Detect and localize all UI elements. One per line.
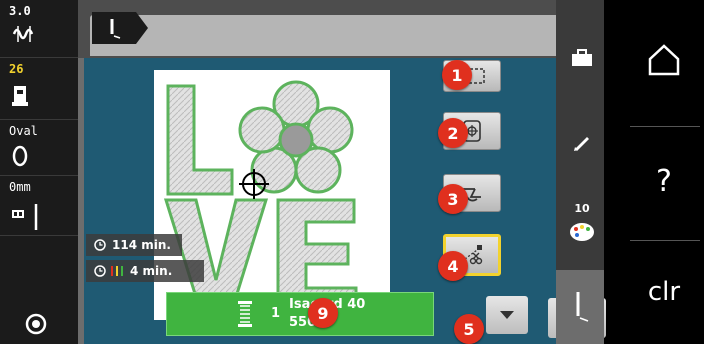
top-bar-panel bbox=[90, 15, 556, 56]
thread-spool-icon bbox=[238, 301, 252, 327]
callout-9: 9 bbox=[308, 298, 338, 328]
thread-color-bar[interactable]: 1 Isacord 40 5500 bbox=[166, 292, 434, 336]
stitch-width-cell[interactable]: 3.0 bbox=[0, 0, 78, 58]
color-count: 10 bbox=[574, 202, 590, 215]
tab-stitch-sewing[interactable] bbox=[556, 270, 604, 344]
callout-1: 1 bbox=[442, 60, 472, 90]
needle-cell[interactable]: 0mm bbox=[0, 176, 78, 236]
stitch-length-cell[interactable]: 26 bbox=[0, 58, 78, 120]
top-bar bbox=[78, 0, 556, 58]
vertical-tabs: 10 bbox=[556, 0, 604, 344]
status-column: 3.0 26 Oval 0mm bbox=[0, 0, 78, 344]
main-screen: 114 min. 4 min. 1 2 3 4 1 40 5500 9 5 bbox=[78, 0, 606, 344]
needle-position: 0mm bbox=[9, 180, 31, 194]
hoop-cell[interactable]: Oval bbox=[0, 120, 78, 176]
callout-2: 2 bbox=[438, 118, 468, 148]
clear-button[interactable]: clr bbox=[624, 240, 704, 344]
color-time-value: 4 min. bbox=[130, 264, 173, 278]
stitch-width-value: 3.0 bbox=[9, 4, 31, 18]
thread-index: 1 bbox=[271, 306, 281, 321]
needle-tab-icon bbox=[576, 292, 589, 322]
home-button[interactable] bbox=[624, 0, 704, 120]
bobbin-cell[interactable] bbox=[0, 300, 78, 344]
needle-icon bbox=[12, 204, 38, 230]
tab-edit-design[interactable] bbox=[560, 28, 604, 88]
total-time-value: 114 min. bbox=[112, 238, 171, 252]
callout-4: 4 bbox=[438, 251, 468, 281]
oval-hoop-icon bbox=[12, 145, 28, 167]
callout-5: 5 bbox=[454, 314, 484, 344]
empty-cell bbox=[0, 236, 78, 300]
help-button[interactable]: ? bbox=[624, 126, 704, 236]
hoop-frame bbox=[154, 70, 390, 320]
clr-label: clr bbox=[647, 277, 681, 307]
function-column: ? clr bbox=[624, 0, 704, 344]
callout-3: 3 bbox=[438, 184, 468, 214]
total-time-info: 114 min. bbox=[86, 234, 182, 256]
chevron-down-icon bbox=[500, 311, 514, 319]
stitch-length-value: 26 bbox=[9, 62, 24, 76]
clock-icon bbox=[94, 239, 106, 251]
pencil-icon bbox=[574, 137, 589, 151]
stitch-width-icon bbox=[12, 26, 34, 42]
tab-color-edit[interactable]: 10 bbox=[560, 192, 604, 262]
thread-colors-icon bbox=[111, 266, 123, 276]
help-label: ? bbox=[656, 163, 672, 199]
hoop-name: Oval bbox=[9, 124, 38, 138]
presser-foot-icon bbox=[12, 86, 28, 106]
home-icon bbox=[648, 44, 680, 76]
color-time-info: 4 min. bbox=[86, 260, 204, 282]
tab-pencil[interactable] bbox=[560, 112, 604, 172]
love-design bbox=[163, 80, 358, 312]
palette-icon bbox=[570, 223, 594, 241]
suitcase-icon bbox=[572, 49, 592, 66]
stitch-tab[interactable] bbox=[92, 12, 150, 44]
clock-icon bbox=[94, 265, 106, 277]
bobbin-icon bbox=[25, 313, 47, 335]
color-dropdown-button[interactable] bbox=[486, 296, 528, 334]
